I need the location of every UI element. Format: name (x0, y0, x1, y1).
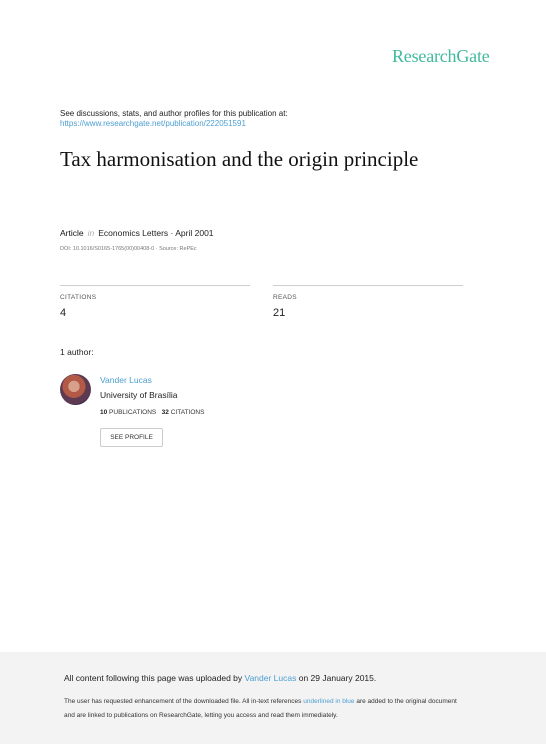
citations-value: 4 (60, 307, 67, 319)
researchgate-logo[interactable]: ResearchGate (392, 46, 490, 67)
citations-label: CITATIONS (60, 294, 97, 301)
reads-value: 21 (273, 307, 286, 319)
upload-note: All content following this page was uplo… (64, 673, 376, 683)
journal-info: Economics Letters · April 2001 (98, 228, 214, 238)
doi-line: DOI: 10.1016/S0165-1765(00)00408-0 · Sou… (60, 246, 197, 252)
author-citations-label: CITATIONS (170, 409, 205, 416)
see-profile-button[interactable]: SEE PROFILE (100, 428, 163, 447)
upload-suffix: on 29 January 2015. (298, 673, 377, 683)
underlined-link[interactable]: underlined in blue (303, 698, 354, 705)
citations-divider (60, 285, 250, 286)
note-prefix: The user has requested enhancement of th… (64, 698, 302, 705)
author-citations-count: 32 (161, 409, 169, 416)
author-affiliation: University of Brasília (100, 390, 178, 400)
publication-title: Tax harmonisation and the origin princip… (60, 147, 419, 171)
uploader-link[interactable]: Vander Lucas (245, 673, 297, 683)
author-name-link[interactable]: Vander Lucas (100, 375, 152, 385)
reads-label: READS (273, 294, 297, 301)
publication-type: Article (60, 228, 84, 238)
avatar[interactable] (60, 374, 91, 405)
upload-prefix: All content following this page was uplo… (64, 673, 243, 683)
discussion-text: See discussions, stats, and author profi… (60, 109, 288, 118)
enhancement-note: The user has requested enhancement of th… (64, 698, 457, 705)
publication-link[interactable]: https://www.researchgate.net/publication… (60, 119, 246, 128)
note-suffix: are added to the original document (356, 698, 457, 705)
publications-count: 10 (100, 409, 108, 416)
reads-divider (273, 285, 463, 286)
publications-label: PUBLICATIONS (109, 409, 157, 416)
publication-meta: Article in Economics Letters · April 2001 (60, 228, 214, 238)
in-word: in (87, 228, 95, 238)
authors-heading: 1 author: (60, 347, 94, 357)
author-counts: 10 PUBLICATIONS 32 CITATIONS (100, 409, 204, 416)
enhancement-note-line2: and are linked to publications on Resear… (64, 712, 338, 719)
